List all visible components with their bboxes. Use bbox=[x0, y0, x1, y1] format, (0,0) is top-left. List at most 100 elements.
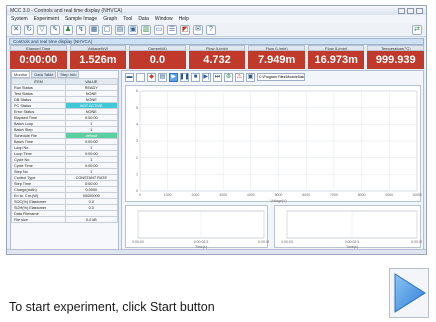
menu-experiment[interactable]: Experiment bbox=[34, 16, 59, 22]
x-tick-label: 0:00:05 bbox=[411, 240, 422, 244]
start-button-play-icon[interactable]: ▶ bbox=[169, 72, 178, 82]
toolbar: ✕ ↻ ▽ ✎ ♟ ↯ ▦ ▢ ▤ ▣ ▥ ▭ ☰ ◩ ✉ ? ⇄ bbox=[7, 23, 426, 37]
close-button[interactable] bbox=[416, 7, 423, 14]
status-panel: Monitor Data Table Step Info ITEM VALUE … bbox=[10, 70, 119, 250]
x-tick-label: 6000 bbox=[302, 193, 310, 197]
main-chart: 0 1000 2000 3000 4000 5000 6000 7000 8000 9000 100… bbox=[125, 85, 422, 203]
y-tick-label: 6 bbox=[136, 89, 138, 93]
readout-flow-3: Flow (L/min) 16.973m bbox=[307, 45, 365, 69]
menu-sample-image[interactable]: Sample Image bbox=[65, 16, 97, 22]
step-next-icon[interactable]: ▶| bbox=[202, 72, 211, 82]
readout-current: Current(A) 0.0 bbox=[129, 45, 186, 69]
tab-data-table[interactable]: Data Table bbox=[31, 71, 57, 78]
filter-icon[interactable]: ▽ bbox=[37, 24, 47, 35]
y-tick-label: 1 bbox=[136, 173, 138, 177]
table-row: File size 0.0 kB bbox=[11, 216, 119, 223]
record-icon[interactable]: ◆ bbox=[147, 72, 156, 82]
readout-value: 0.0 bbox=[129, 51, 186, 69]
x-tick-label: 4000 bbox=[247, 193, 255, 197]
person-icon[interactable]: ♟ bbox=[63, 24, 73, 35]
menu-graph[interactable]: Graph bbox=[103, 16, 117, 22]
x-tick-label: 0:00:05 bbox=[258, 240, 269, 244]
sub-chart-right: 0:00:00 0:00:02.5 0:00:05 Time(s) bbox=[274, 205, 422, 249]
y-tick-label: 3 bbox=[136, 139, 138, 143]
grid-icon[interactable]: ▦ bbox=[89, 24, 99, 35]
inner-window-title: Controls and real time display (NHVCA) bbox=[9, 38, 424, 45]
report-icon[interactable]: ◩ bbox=[180, 24, 190, 35]
network-icon[interactable]: ⇄ bbox=[412, 24, 422, 35]
x-tick-label: 2000 bbox=[192, 193, 200, 197]
image-icon[interactable]: ▣ bbox=[128, 24, 138, 35]
chart-icon[interactable]: ▥ bbox=[141, 24, 151, 35]
x-tick-label: 3000 bbox=[219, 193, 227, 197]
readout-elapsed-time: Elapsed Time 0:00:00 bbox=[10, 45, 67, 69]
start-button-icon bbox=[389, 268, 429, 318]
x-tick-label: 10000 bbox=[412, 193, 422, 197]
minimize-button[interactable] bbox=[398, 7, 405, 14]
x-tick-label: 5000 bbox=[275, 193, 283, 197]
run-icon[interactable]: ↯ bbox=[76, 24, 86, 35]
x-tick-label: 1000 bbox=[164, 193, 172, 197]
help-icon[interactable]: ? bbox=[206, 24, 216, 35]
tab-step-info[interactable]: Step Info bbox=[57, 71, 80, 78]
window-icon[interactable]: ▢ bbox=[102, 24, 112, 35]
message-icon[interactable]: ✉ bbox=[193, 24, 203, 35]
readout-value: 0:00:00 bbox=[10, 51, 67, 69]
stop-icon[interactable]: ■ bbox=[191, 72, 200, 82]
readout-value: 4.732 bbox=[188, 51, 246, 69]
sub-chart-left-svg: 0:00:00 0:00:02.5 0:00:05Time(s) bbox=[132, 210, 269, 249]
status-table: ITEM VALUE Run Status READY Test Status NO… bbox=[11, 78, 119, 223]
y-tick-label: 0 bbox=[136, 189, 138, 193]
alert-icon[interactable]: ⚠ bbox=[235, 72, 244, 82]
spacer-icon bbox=[136, 72, 145, 82]
table-icon[interactable]: ▤ bbox=[115, 24, 125, 35]
x-tick-label: 9000 bbox=[385, 193, 393, 197]
skip-icon[interactable]: ⏭ bbox=[213, 72, 222, 82]
window-title: MCC 3.0 - Controls and real time display… bbox=[10, 7, 123, 14]
readout-flow-1: Flow (L/min) 4.732 bbox=[188, 45, 246, 69]
menu-tool[interactable]: Tool bbox=[123, 16, 132, 22]
x-tick-label: 0 bbox=[139, 193, 141, 197]
x-axis-label: Voltage(V) bbox=[270, 199, 286, 203]
menu-bar: System Experiment Sample Image Graph Too… bbox=[7, 15, 426, 23]
x-tick-label: 8000 bbox=[358, 193, 366, 197]
readout-flow-2: Flow (L/min) 7.949m bbox=[248, 45, 305, 69]
readout-value: 7.949m bbox=[248, 51, 305, 69]
row-item: File size bbox=[11, 216, 66, 223]
settings-icon[interactable]: ⚙ bbox=[224, 72, 233, 82]
monitor-icon[interactable]: ▭ bbox=[154, 24, 164, 35]
edit-icon[interactable]: ✎ bbox=[50, 24, 60, 35]
app-window: MCC 3.0 - Controls and real time display… bbox=[6, 5, 427, 255]
sub-chart-left: 0:00:00 0:00:02.5 0:00:05 Time(s) bbox=[125, 205, 269, 249]
x-tick-label: 0:00:00 bbox=[281, 240, 293, 244]
row-value: 0.0 kB bbox=[64, 216, 119, 223]
x-tick-label: 0:00:02.5 bbox=[194, 240, 209, 244]
x-tick-label: 0:00:02.5 bbox=[345, 240, 360, 244]
list-icon[interactable]: ☰ bbox=[167, 24, 177, 35]
menu-data[interactable]: Data bbox=[138, 16, 149, 22]
readout-voltage: Voltage(kV) 1.526m bbox=[69, 45, 127, 69]
save-icon[interactable]: ▣ bbox=[246, 72, 255, 82]
close-tool-icon[interactable]: ✕ bbox=[11, 24, 21, 35]
menu-window[interactable]: Window bbox=[155, 16, 173, 22]
maximize-button[interactable] bbox=[407, 7, 414, 14]
menu-system[interactable]: System bbox=[11, 16, 28, 22]
sub-chart-right-svg: 0:00:00 0:00:02.5 0:00:05Time(s) bbox=[281, 210, 422, 249]
open-icon[interactable]: ▤ bbox=[158, 72, 167, 82]
instruction-text: To start experiment, click Start button bbox=[9, 300, 215, 314]
status-bar bbox=[7, 249, 426, 254]
y-tick-label: 2 bbox=[136, 156, 138, 160]
refresh-icon[interactable]: ↻ bbox=[24, 24, 34, 35]
y-tick-label: 5 bbox=[136, 106, 138, 110]
file-combo[interactable]: C:\Program Files\ModuleData\Recent_run_d… bbox=[257, 73, 305, 81]
left-tabs: Monitor Data Table Step Info bbox=[11, 71, 118, 78]
tab-monitor[interactable]: Monitor bbox=[11, 71, 31, 78]
readout-strip: Elapsed Time 0:00:00 Voltage(kV) 1.526m … bbox=[10, 45, 425, 69]
experiment-controls: ▬ ◆ ▤ ▶ ❚❚ ■ ▶| ⏭ ⚙ ⚠ ▣ C:\Program Files… bbox=[122, 71, 423, 83]
pause-icon[interactable]: ❚❚ bbox=[179, 72, 190, 82]
new-icon[interactable]: ▬ bbox=[125, 72, 134, 82]
menu-help[interactable]: Help bbox=[179, 16, 189, 22]
x-tick-label: 7000 bbox=[330, 193, 338, 197]
y-tick-label: 4 bbox=[136, 123, 138, 127]
title-bar: MCC 3.0 - Controls and real time display… bbox=[7, 6, 426, 15]
